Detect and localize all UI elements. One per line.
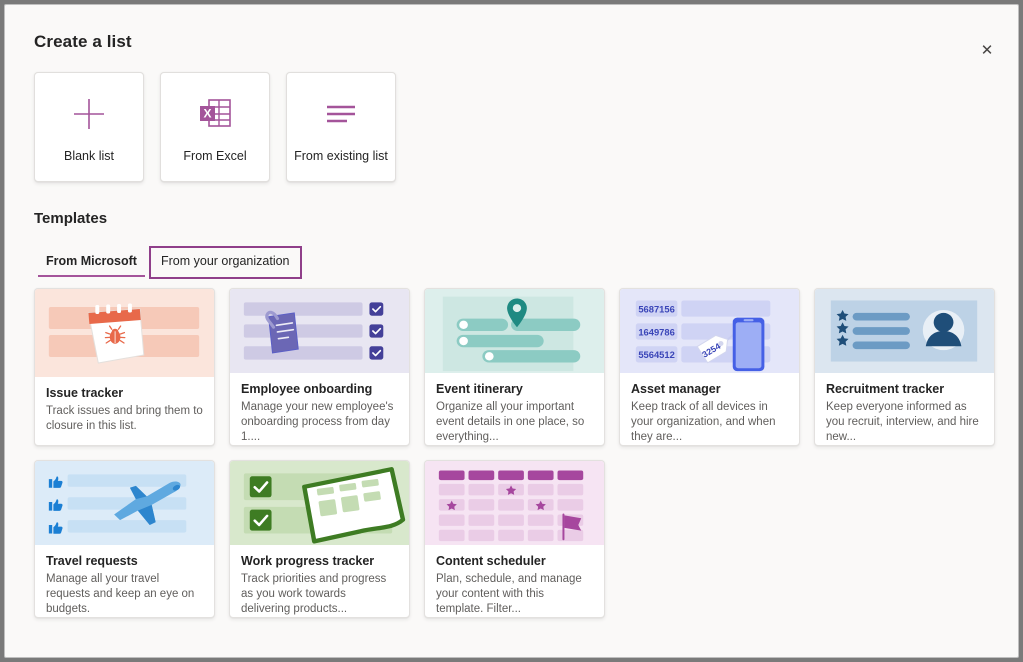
page-title: Create a list — [34, 32, 132, 51]
template-text: Event itinerary Organize all your import… — [425, 373, 604, 445]
template-name: Event itinerary — [436, 382, 523, 396]
template-text: Recruitment tracker Keep everyone inform… — [815, 373, 994, 445]
template-description: Keep track of all devices in your organi… — [631, 401, 776, 443]
template-text: Asset manager Keep track of all devices … — [620, 373, 799, 445]
template-name: Issue tracker — [46, 386, 124, 400]
template-card-travel-requests[interactable]: Travel requests Manage all your travel r… — [34, 460, 215, 618]
excel-icon: X — [198, 91, 232, 137]
svg-text:X: X — [203, 106, 211, 120]
create-option-label: Blank list — [63, 149, 115, 163]
template-name: Content scheduler — [436, 554, 546, 568]
template-description: Manage your new employee's onboarding pr… — [241, 401, 394, 443]
template-card-content-scheduler[interactable]: Content scheduler Plan, schedule, and ma… — [424, 460, 605, 618]
event-itinerary-thumb — [425, 289, 604, 373]
close-icon[interactable]: ✕ — [972, 35, 1002, 65]
svg-text:5564512: 5564512 — [638, 350, 675, 360]
tab-from-your-organization[interactable]: From your organization — [148, 246, 302, 279]
template-text: Travel requests Manage all your travel r… — [35, 545, 214, 617]
templates-heading: Templates — [34, 210, 108, 227]
template-card-issue-tracker[interactable]: Issue tracker Track issues and bring the… — [34, 288, 215, 446]
travel-requests-thumb — [35, 461, 214, 545]
asset-manager-thumb: 5687156 1649786 5564512 3254 — [620, 289, 799, 373]
tab-from-microsoft[interactable]: From Microsoft — [34, 246, 149, 279]
create-option-from-existing-list[interactable]: From existing list — [286, 72, 396, 182]
template-description: Keep everyone informed as you recruit, i… — [826, 401, 979, 443]
template-name: Travel requests — [46, 554, 138, 568]
existing-list-icon — [323, 91, 359, 137]
template-text: Employee onboarding Manage your new empl… — [230, 373, 409, 445]
template-card-work-progress-tracker[interactable]: Work progress tracker Track priorities a… — [229, 460, 410, 618]
templates-grid: Issue tracker Track issues and bring the… — [34, 288, 1004, 618]
create-options-row: Blank list X From Excel From existing li… — [34, 72, 396, 182]
work-progress-tracker-thumb — [230, 461, 409, 545]
issue-tracker-thumb — [35, 289, 214, 377]
templates-tabs: From Microsoft From your organization — [34, 246, 302, 279]
template-description: Organize all your important event detail… — [436, 401, 585, 443]
template-card-recruitment-tracker[interactable]: Recruitment tracker Keep everyone inform… — [814, 288, 995, 446]
employee-onboarding-thumb — [230, 289, 409, 373]
svg-text:1649786: 1649786 — [638, 327, 675, 337]
template-name: Recruitment tracker — [826, 382, 945, 396]
create-option-blank-list[interactable]: Blank list — [34, 72, 144, 182]
template-text: Content scheduler Plan, schedule, and ma… — [425, 545, 604, 617]
template-description: Track priorities and progress as you wor… — [241, 573, 387, 615]
create-list-dialog: Create a list ✕ Blank list X From Excel — [4, 4, 1019, 658]
template-text: Issue tracker Track issues and bring the… — [35, 377, 214, 434]
template-description: Track issues and bring them to closure i… — [46, 405, 203, 432]
template-card-employee-onboarding[interactable]: Employee onboarding Manage your new empl… — [229, 288, 410, 446]
template-description: Plan, schedule, and manage your content … — [436, 573, 582, 615]
create-option-from-excel[interactable]: X From Excel — [160, 72, 270, 182]
create-option-label: From existing list — [294, 149, 388, 163]
template-card-event-itinerary[interactable]: Event itinerary Organize all your import… — [424, 288, 605, 446]
template-card-asset-manager[interactable]: 5687156 1649786 5564512 3254 Asset manag… — [619, 288, 800, 446]
plus-icon — [70, 91, 108, 137]
recruitment-tracker-thumb — [815, 289, 994, 373]
template-name: Work progress tracker — [241, 554, 375, 568]
template-name: Employee onboarding — [241, 382, 373, 396]
create-option-label: From Excel — [183, 149, 247, 163]
content-scheduler-thumb — [425, 461, 604, 545]
template-text: Work progress tracker Track priorities a… — [230, 545, 409, 617]
svg-text:5687156: 5687156 — [638, 305, 675, 315]
template-name: Asset manager — [631, 382, 721, 396]
template-description: Manage all your travel requests and keep… — [46, 573, 195, 615]
